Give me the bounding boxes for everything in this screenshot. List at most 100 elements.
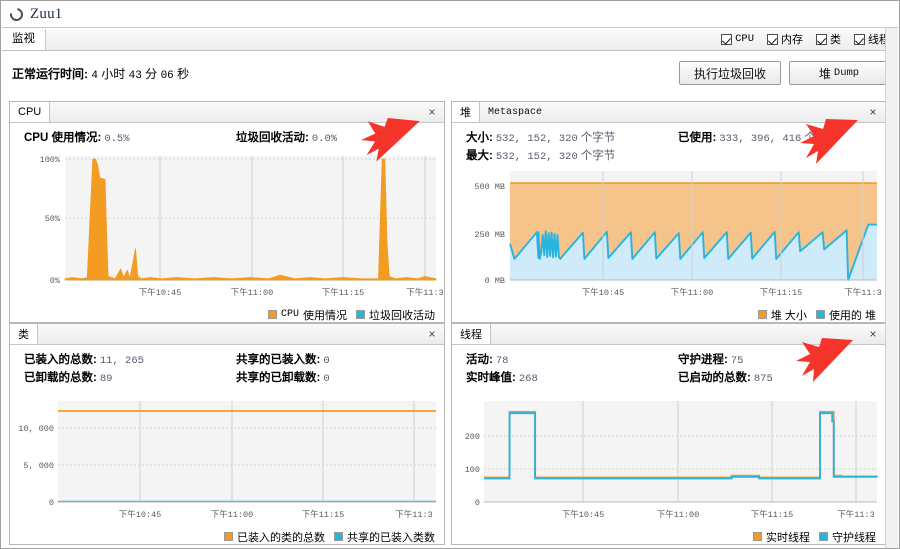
svg-text:200: 200 (465, 432, 480, 442)
cpu-chart[interactable]: 100% 50% 0% 下午10:45 下午11:00 下午11:15 下午11… (10, 152, 444, 307)
close-icon[interactable]: × (424, 102, 440, 122)
panel-threads-header: 线程 × (452, 324, 885, 345)
svg-text:10, 000: 10, 000 (18, 424, 54, 434)
checkbox-classes-box[interactable] (816, 33, 827, 45)
threads-daemon-label: 守护进程: (678, 354, 728, 366)
legend-swatch-icon (757, 310, 767, 319)
legend-swatch-icon (267, 310, 277, 319)
panel-cpu-stat-row: CPU 使用情况: 0.5% 垃圾回收活动: 0.0% (24, 129, 444, 145)
heap-size-stat: 大小: 532, 152, 320 个字节 (466, 129, 678, 145)
svg-text:下午10:45: 下午10:45 (139, 287, 182, 298)
threads-chart[interactable]: 200 100 0 下午10:45 下午11:00 下午11:15 下午11:3 (452, 397, 885, 529)
cpu-chart-wrap: 100% 50% 0% 下午10:45 下午11:00 下午11:15 下午11… (10, 152, 444, 322)
svg-text:下午11:3: 下午11:3 (406, 287, 443, 298)
panel-heap-stat-row: 大小: 532, 152, 320 个字节 已使用: 333, 396, 416… (466, 129, 885, 145)
close-icon[interactable]: × (424, 324, 440, 344)
checkbox-threads-box[interactable] (854, 33, 865, 45)
heap-chart[interactable]: 500 MB 250 MB 0 MB 下午10:45 下午11:00 下午11:… (452, 167, 885, 307)
checkbox-cpu-label: CPU (735, 33, 754, 45)
heap-used-stat: 已使用: 333, 396, 416 个字节 (678, 129, 839, 145)
panel-classes-tab[interactable]: 类 (10, 324, 38, 344)
classes-shared-loaded-stat: 共享的已装入数: 0 (236, 351, 330, 367)
heap-max-stat: 最大: 532, 152, 320 个字节 (466, 147, 678, 163)
threads-started-total-label: 已启动的总数: (678, 372, 751, 384)
threads-chart-wrap: 200 100 0 下午10:45 下午11:00 下午11:15 下午11:3… (452, 397, 885, 544)
uptime-row: 正常运行时间: 4 小时 43 分 06 秒 (12, 65, 189, 82)
heap-max-unit: 个字节 (580, 150, 616, 162)
checkbox-memory[interactable]: 内存 (767, 31, 803, 47)
legend-classes-loaded: 已装入的类的总数 (224, 529, 325, 545)
heap-size-unit: 个字节 (580, 132, 616, 144)
legend-heap-size: 堆 大小 (757, 307, 807, 323)
uptime-hours: 4 (91, 70, 98, 82)
panel-cpu-header: CPU × (10, 102, 444, 123)
checkbox-classes-label: 类 (830, 34, 841, 46)
legend-swatch-icon (224, 532, 233, 541)
svg-text:下午11:3: 下午11:3 (837, 509, 874, 520)
cpu-usage-stat: CPU 使用情况: 0.5% (24, 129, 236, 145)
classes-chart[interactable]: 10, 000 5, 000 0 下午10:45 下午11:00 下午11:15… (10, 397, 444, 529)
checkbox-cpu-box[interactable] (721, 33, 733, 45)
classes-shared-loaded-label: 共享的已装入数: (236, 354, 321, 366)
perform-gc-button[interactable]: 执行垃圾回收 (678, 61, 781, 85)
classes-shared-unloaded-stat: 共享的已卸载数: 0 (236, 369, 330, 385)
threads-legend: 实时线程 守护线程 (452, 529, 885, 544)
panel-threads-tab[interactable]: 线程 (452, 324, 491, 344)
heap-max-value: 532, 152, 320 (495, 151, 578, 163)
classes-unloaded-total-value: 89 (99, 373, 113, 385)
threads-started-total-stat: 已启动的总数: 875 (678, 369, 773, 385)
uptime-label: 正常运行时间: (12, 67, 88, 81)
checkbox-cpu[interactable]: CPU (721, 33, 754, 45)
legend-cpu-usage: CPU 使用情况 (267, 307, 347, 323)
summary-toolbar: 正常运行时间: 4 小时 43 分 06 秒 执行垃圾回收 堆 Dump (1, 51, 899, 95)
legend-swatch-icon (819, 532, 828, 541)
panel-threads-stats: 活动: 78 守护进程: 75 实时峰值: 268 已启动的总数: 875 (452, 344, 885, 387)
window-titlebar: Zuu1 (1, 1, 899, 27)
panel-heap-stat-row: 最大: 532, 152, 320 个字节 (466, 147, 885, 163)
legend-gc-activity-label: 垃圾回收活动 (369, 309, 435, 322)
visualvm-window: Zuu1 监视 CPU 内存 类 线程 正常运行时间: 4 小时 43 分 06… (0, 0, 900, 549)
panel-classes-box: 类 × 已装入的总数: 11, 265 共享的已装入数: 0 已卸载的总数: 8… (9, 323, 445, 545)
ring-icon (10, 8, 23, 21)
close-icon[interactable]: × (865, 324, 881, 344)
heap-used-unit: 个字节 (804, 132, 839, 144)
heap-used-label: 已使用: (678, 132, 717, 144)
svg-text:下午11:00: 下午11:00 (657, 509, 700, 520)
svg-text:下午11:15: 下午11:15 (322, 287, 365, 298)
vertical-scrollbar[interactable] (885, 28, 898, 548)
legend-swatch-icon (815, 310, 825, 319)
svg-text:下午11:00: 下午11:00 (671, 287, 714, 298)
threads-live-value: 78 (495, 355, 509, 367)
svg-text:下午10:45: 下午10:45 (119, 509, 162, 520)
panel-heap-header: 堆 Metaspace × (452, 102, 885, 123)
legend-threads-daemon-label: 守护线程 (832, 531, 876, 544)
classes-loaded-total-label: 已装入的总数: (24, 354, 97, 366)
classes-shared-unloaded-label: 共享的已卸载数: (236, 372, 321, 384)
checkbox-classes[interactable]: 类 (816, 31, 841, 47)
heap-size-value: 532, 152, 320 (495, 133, 578, 145)
classes-shared-loaded-value: 0 (323, 355, 330, 367)
threads-live-label: 活动: (466, 354, 493, 366)
panel-cpu-box: CPU × CPU 使用情况: 0.5% 垃圾回收活动: 0.0% 100% 5… (9, 101, 445, 323)
legend-swatch-icon (356, 310, 365, 319)
panel-heap-tab[interactable]: 堆 (452, 102, 480, 122)
panel-heap: 堆 Metaspace × 大小: 532, 152, 320 个字节 已使用:… (448, 101, 889, 323)
heap-dump-button[interactable]: 堆 Dump (789, 61, 889, 85)
svg-text:50%: 50% (45, 214, 61, 224)
close-icon[interactable]: × (865, 102, 881, 122)
panel-metaspace-tab[interactable]: Metaspace (480, 102, 550, 122)
svg-text:下午10:45: 下午10:45 (562, 509, 605, 520)
tab-monitor[interactable]: 监视 (2, 28, 46, 50)
uptime-seconds-unit: 秒 (177, 67, 190, 81)
threads-peak-value: 268 (518, 373, 538, 385)
heap-dump-button-label-cn: 堆 (818, 66, 831, 81)
monitor-tabstrip: 监视 CPU 内存 类 线程 (2, 27, 898, 51)
svg-text:下午11:15: 下午11:15 (760, 287, 803, 298)
panel-cpu-tab[interactable]: CPU (10, 102, 51, 122)
checkbox-memory-box[interactable] (767, 33, 778, 45)
uptime-minutes-unit: 分 (145, 67, 158, 81)
legend-threads-live-label: 实时线程 (766, 531, 810, 544)
threads-started-total-value: 875 (753, 373, 773, 385)
uptime-minutes: 43 (128, 70, 142, 82)
classes-shared-unloaded-value: 0 (323, 373, 330, 385)
